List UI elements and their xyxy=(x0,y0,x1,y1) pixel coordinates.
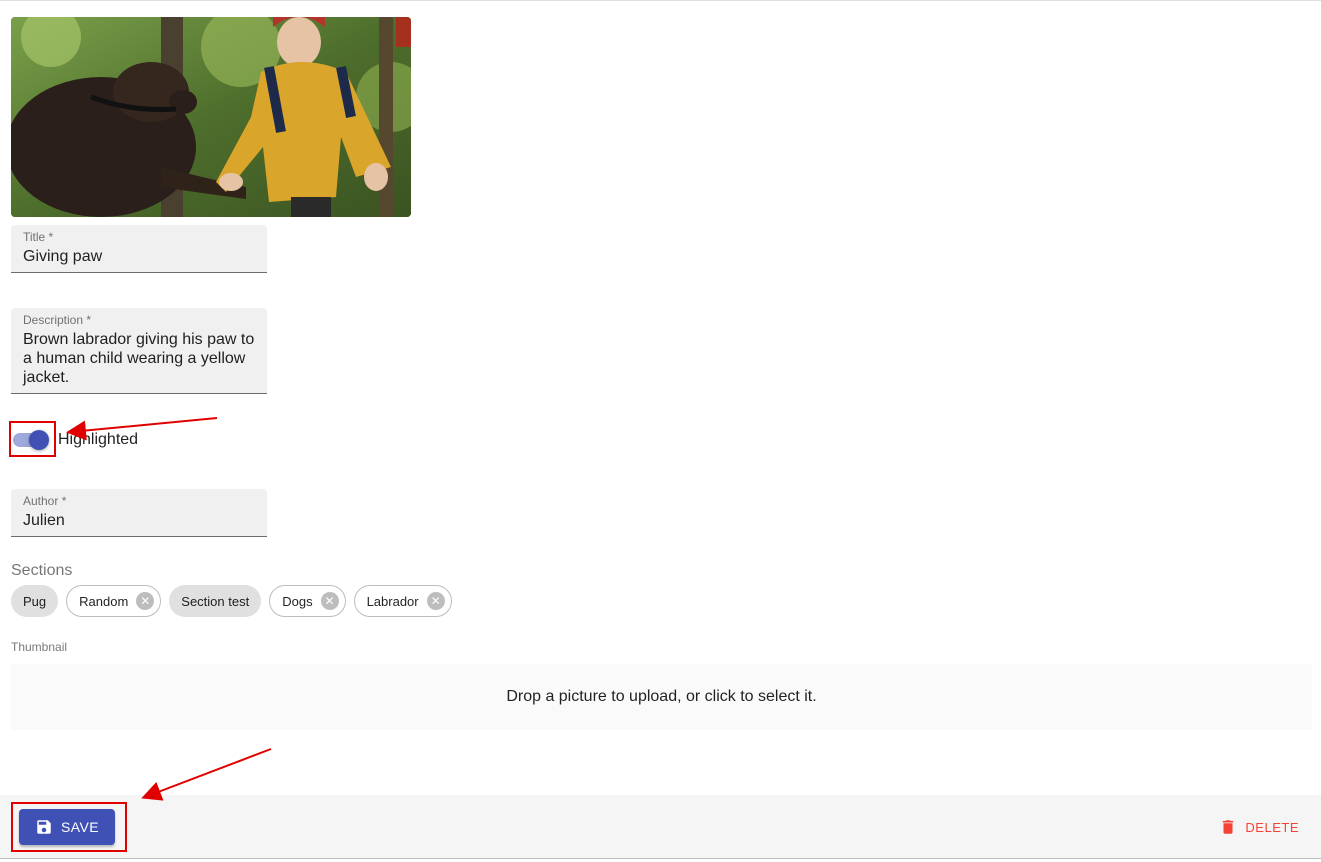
thumbnail-label: Thumbnail xyxy=(11,640,68,654)
author-field-label: Author * xyxy=(23,494,67,508)
title-field[interactable]: Title * Giving paw xyxy=(11,225,267,273)
author-field[interactable]: Author * Julien xyxy=(11,489,267,537)
delete-button[interactable]: DELETE xyxy=(1219,815,1299,839)
thumbnail-dropzone[interactable]: Drop a picture to upload, or click to se… xyxy=(11,664,1312,730)
title-field-value[interactable]: Giving paw xyxy=(23,247,255,266)
trash-icon xyxy=(1223,820,1234,834)
title-field-label: Title * xyxy=(23,230,54,244)
section-chip[interactable]: Dogs ✕ xyxy=(269,585,346,617)
section-chip[interactable]: Section test xyxy=(169,585,262,617)
section-chip-label: Labrador xyxy=(366,593,419,609)
sections-chip-list: Pug Random ✕ Section test Dogs ✕ Labrado… xyxy=(11,585,452,617)
section-chip-label: Dogs xyxy=(282,593,313,609)
section-chip-label: Pug xyxy=(23,593,47,609)
annotation-box-save xyxy=(11,802,127,852)
dropzone-text: Drop a picture to upload, or click to se… xyxy=(506,688,817,705)
close-icon[interactable]: ✕ xyxy=(426,592,445,610)
description-field[interactable]: Description * Brown labrador giving his … xyxy=(11,308,267,394)
sections-label: Sections xyxy=(11,562,73,579)
annotation-arrow-save xyxy=(141,748,272,801)
description-field-label: Description * xyxy=(23,313,92,327)
highlighted-label: Highlighted xyxy=(58,431,139,448)
section-chip[interactable]: Pug xyxy=(11,585,59,617)
section-chip[interactable]: Random ✕ xyxy=(66,585,162,617)
section-chip-label: Section test xyxy=(181,593,250,609)
hero-image xyxy=(11,17,411,217)
close-icon[interactable]: ✕ xyxy=(320,592,339,610)
close-icon[interactable]: ✕ xyxy=(136,592,155,610)
section-chip[interactable]: Labrador ✕ xyxy=(353,585,452,617)
delete-button-label: DELETE xyxy=(1245,819,1299,835)
section-chip-label: Random xyxy=(79,593,129,609)
form-toolbar: SAVE DELETE xyxy=(0,795,1321,859)
hero-photo xyxy=(11,17,411,217)
author-field-value[interactable]: Julien xyxy=(23,511,255,530)
annotation-box-toggle xyxy=(9,421,56,457)
top-divider xyxy=(0,0,1321,1)
description-field-value[interactable]: Brown labrador giving his paw to a human… xyxy=(23,330,255,387)
